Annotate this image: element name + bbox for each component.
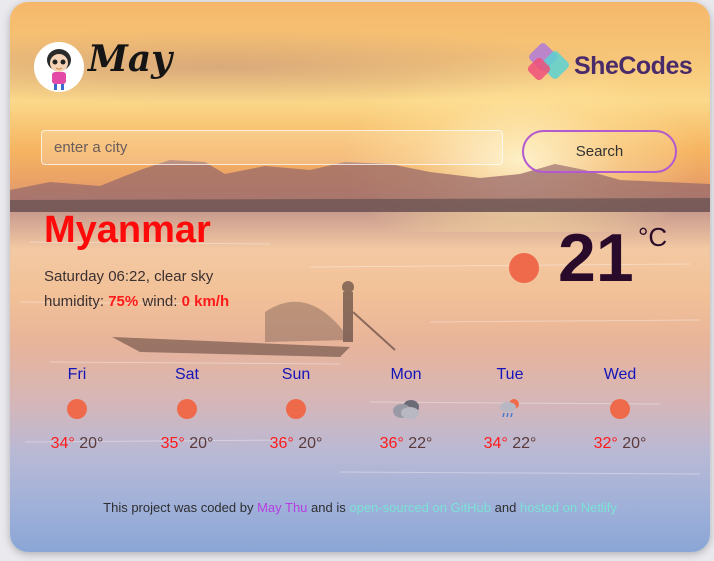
github-link[interactable]: open-sourced on GitHub xyxy=(349,500,491,515)
forecast-day: Sun 36° 20° xyxy=(256,366,336,453)
forecast-min: 20° xyxy=(189,435,214,452)
footer-prefix: This project was coded by xyxy=(103,500,254,515)
forecast-day: Tue 34° 22° xyxy=(470,366,550,453)
sun-icon xyxy=(509,253,539,283)
avatar xyxy=(34,42,84,92)
forecast-max: 34° xyxy=(50,435,75,452)
forecast-max: 32° xyxy=(593,435,618,452)
forecast-day: Mon 36° 22° xyxy=(366,366,446,453)
netlify-link[interactable]: hosted on Netlify xyxy=(520,500,617,515)
logo-text: SheCodes xyxy=(574,52,693,80)
sun-icon xyxy=(610,399,630,419)
forecast-day-name: Mon xyxy=(390,366,422,383)
day-time: Saturday 06:22 xyxy=(44,268,146,285)
forecast-max: 34° xyxy=(483,435,508,452)
forecast-min: 22° xyxy=(512,435,537,452)
footer-and: and xyxy=(494,500,517,515)
forecast-day: Sat 35° 20° xyxy=(147,366,227,453)
shecodes-logo-icon xyxy=(527,43,569,81)
footer: This project was coded by May Thu and is… xyxy=(10,500,710,515)
sun-icon xyxy=(286,399,306,419)
date-description: Saturday 06:22, clear sky xyxy=(44,268,214,285)
avatar-image xyxy=(34,42,84,92)
brand-name: May xyxy=(88,38,173,80)
humidity-wind: humidity: 75% wind: 0 km/h xyxy=(44,293,229,310)
forecast-day-name: Wed xyxy=(603,366,637,383)
rain-cloud-icon xyxy=(500,399,519,418)
city-name: Myanmar xyxy=(44,209,211,251)
forecast-min: 22° xyxy=(408,435,433,452)
forecast-day: Fri 34° 20° xyxy=(37,366,117,453)
wind-label: wind: xyxy=(142,293,178,310)
forecast-day-name: Sun xyxy=(281,366,311,383)
forecast-day-name: Fri xyxy=(67,366,87,383)
forecast-day: Wed 32° 20° xyxy=(580,366,660,453)
wind-value: 0 xyxy=(181,293,190,310)
cloud-icon xyxy=(393,400,419,419)
humidity-label: humidity: xyxy=(44,293,105,310)
forecast-max: 35° xyxy=(160,435,185,452)
forecast-day-name: Sat xyxy=(174,366,199,383)
forecast-max: 36° xyxy=(379,435,404,452)
forecast-max: 36° xyxy=(269,435,294,452)
humidity-value: 75% xyxy=(108,293,139,310)
shecodes-logo[interactable]: SheCodes xyxy=(526,42,693,90)
wind-unit: km/h xyxy=(194,293,230,310)
city-search-input[interactable] xyxy=(41,130,503,165)
forecast-min: 20° xyxy=(622,435,647,452)
forecast-day-name: Tue xyxy=(496,366,524,383)
author-link[interactable]: May Thu xyxy=(257,500,307,515)
search-button[interactable]: Search xyxy=(522,130,677,173)
current-temperature: 21 xyxy=(558,220,634,296)
forecast-min: 20° xyxy=(298,435,323,452)
sun-icon xyxy=(67,399,87,419)
temperature-unit: °C xyxy=(638,222,668,252)
footer-middle: and is xyxy=(311,500,346,515)
weather-card: May SheCodes Search Myanmar Saturday 06:… xyxy=(10,2,710,552)
weather-description: clear sky xyxy=(154,268,214,285)
sun-icon xyxy=(177,399,197,419)
forecast-min: 20° xyxy=(79,435,104,452)
